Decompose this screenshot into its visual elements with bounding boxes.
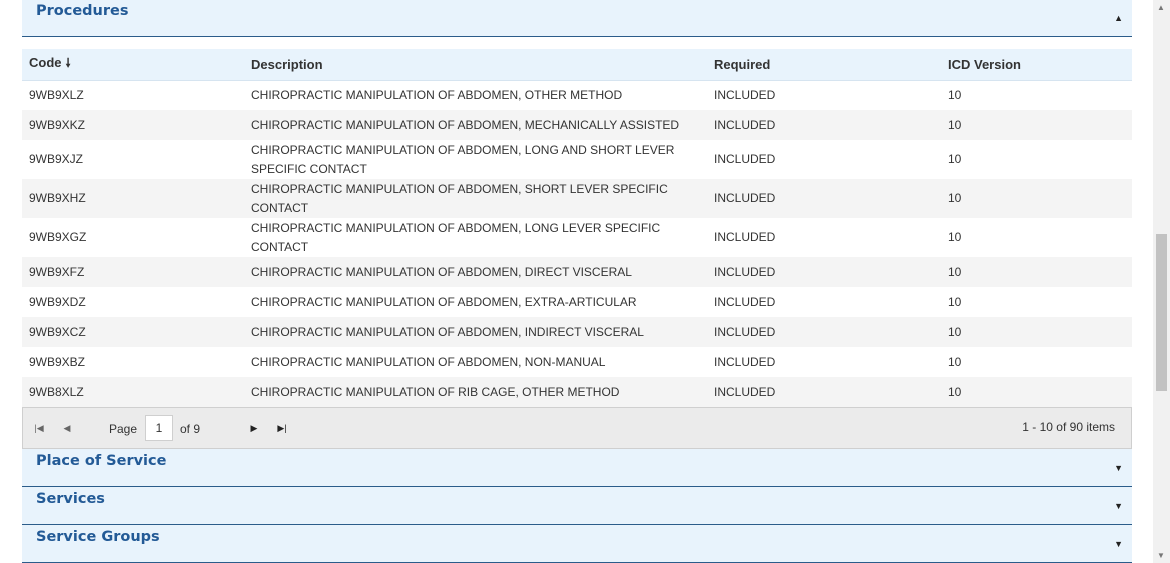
- cell-icd-version: 10: [948, 384, 962, 399]
- place-of-service-panel-title: Place of Service: [36, 453, 167, 469]
- main-content: Procedures ▲ Code 🠗 Description Required …: [22, 0, 1132, 563]
- cell-code: 9WB8XLZ: [29, 384, 84, 399]
- cell-required: INCLUDED: [714, 324, 776, 339]
- table-header-row: Code 🠗 Description Required ICD Version: [22, 49, 1132, 81]
- cell-code: 9WB9XFZ: [29, 264, 85, 279]
- cell-icd-version: 10: [948, 354, 962, 369]
- cell-description: CHIROPRACTIC MANIPULATION OF ABDOMEN, OT…: [251, 87, 623, 102]
- cell-description: CHIROPRACTIC MANIPULATION OF ABDOMEN, EX…: [251, 294, 637, 309]
- cell-required: INCLUDED: [714, 354, 776, 369]
- cell-icd-version: 10: [948, 264, 962, 279]
- service-groups-panel-header[interactable]: Service Groups ▼: [22, 525, 1132, 563]
- place-of-service-panel-header[interactable]: Place of Service ▼: [22, 449, 1132, 487]
- column-header-label: Code: [29, 54, 62, 70]
- cell-required: INCLUDED: [714, 117, 776, 132]
- cell-icd-version: 10: [948, 191, 962, 205]
- procedures-table: Code 🠗 Description Required ICD Version 9…: [22, 49, 1132, 407]
- pager: |◀ ◀ Page of 9 ▶ ▶| 1 - 10 of 90 items: [22, 407, 1132, 449]
- cell-code: 9WB9XLZ: [29, 87, 84, 102]
- table-row[interactable]: 9WB9XLZ CHIROPRACTIC MANIPULATION OF ABDO…: [22, 80, 1132, 110]
- procedures-grid: Code 🠗 Description Required ICD Version 9…: [22, 49, 1132, 407]
- cell-required: INCLUDED: [714, 264, 776, 279]
- cell-icd-version: 10: [948, 230, 962, 244]
- page-number-input[interactable]: [145, 415, 173, 441]
- cell-required: INCLUDED: [714, 191, 776, 205]
- column-header-required[interactable]: Required: [707, 49, 941, 81]
- cell-icd-version: 10: [948, 294, 962, 309]
- pager-item-count: 1 - 10 of 90 items: [1022, 420, 1115, 434]
- cell-required: INCLUDED: [714, 294, 776, 309]
- table-row[interactable]: 9WB9XKZ CHIROPRACTIC MANIPULATION OF ABDO…: [22, 110, 1132, 140]
- cell-icd-version: 10: [948, 117, 962, 132]
- last-page-icon[interactable]: ▶|: [270, 417, 294, 439]
- table-row[interactable]: 9WB9XHZ CHIROPRACTIC MANIPULATION OF ABDO…: [22, 179, 1132, 218]
- cell-description: CHIROPRACTIC MANIPULATION OF ABDOMEN, SH…: [251, 181, 668, 215]
- caret-down-icon[interactable]: ▼: [1114, 463, 1123, 473]
- page-label: Page: [109, 422, 138, 436]
- caret-up-icon[interactable]: ▲: [1114, 13, 1123, 23]
- cell-icd-version: 10: [948, 324, 962, 339]
- total-pages-label: of 9: [180, 422, 201, 436]
- table-row[interactable]: 9WB8XLZ CHIROPRACTIC MANIPULATION OF RIB …: [22, 377, 1132, 407]
- service-groups-panel-title: Service Groups: [36, 529, 160, 545]
- cell-code: 9WB9XJZ: [29, 152, 84, 166]
- caret-down-icon[interactable]: ▼: [1114, 539, 1123, 549]
- cell-description: CHIROPRACTIC MANIPULATION OF ABDOMEN, IN…: [251, 324, 644, 339]
- cell-description: CHIROPRACTIC MANIPULATION OF ABDOMEN, LO…: [251, 142, 675, 176]
- table-body: 9WB9XLZ CHIROPRACTIC MANIPULATION OF ABDO…: [22, 80, 1132, 407]
- cell-code: 9WB9XCZ: [29, 324, 86, 339]
- scroll-up-icon[interactable]: ▲: [1157, 3, 1165, 12]
- cell-code: 9WB9XKZ: [29, 117, 86, 132]
- table-row[interactable]: 9WB9XBZ CHIROPRACTIC MANIPULATION OF ABDO…: [22, 347, 1132, 377]
- caret-down-icon[interactable]: ▼: [1114, 501, 1123, 511]
- cell-required: INCLUDED: [714, 384, 776, 399]
- next-page-icon[interactable]: ▶: [242, 417, 266, 439]
- cell-required: INCLUDED: [714, 230, 776, 244]
- cell-code: 9WB9XGZ: [29, 230, 87, 244]
- cell-icd-version: 10: [948, 152, 962, 166]
- table-row[interactable]: 9WB9XFZ CHIROPRACTIC MANIPULATION OF ABDO…: [22, 257, 1132, 287]
- cell-code: 9WB9XHZ: [29, 191, 86, 205]
- scroll-down-icon[interactable]: ▼: [1157, 551, 1165, 560]
- table-row[interactable]: 9WB9XJZ CHIROPRACTIC MANIPULATION OF ABDO…: [22, 140, 1132, 179]
- column-header-code[interactable]: Code 🠗: [22, 49, 244, 81]
- procedures-panel-header[interactable]: Procedures ▲: [22, 0, 1132, 37]
- scrollbar-thumb[interactable]: [1156, 234, 1167, 391]
- column-header-description[interactable]: Description: [244, 49, 707, 81]
- procedures-panel-title: Procedures: [36, 3, 129, 19]
- table-row[interactable]: 9WB9XCZ CHIROPRACTIC MANIPULATION OF ABDO…: [22, 317, 1132, 347]
- services-panel-title: Services: [36, 491, 105, 507]
- cell-description: CHIROPRACTIC MANIPULATION OF ABDOMEN, NO…: [251, 354, 606, 369]
- cell-required: INCLUDED: [714, 152, 776, 166]
- cell-code: 9WB9XBZ: [29, 354, 86, 369]
- cell-description: CHIROPRACTIC MANIPULATION OF ABDOMEN, ME…: [251, 117, 680, 132]
- cell-description: CHIROPRACTIC MANIPULATION OF ABDOMEN, LO…: [251, 220, 661, 254]
- vertical-scrollbar[interactable]: ▲ ▼: [1153, 0, 1170, 563]
- table-row[interactable]: 9WB9XDZ CHIROPRACTIC MANIPULATION OF ABDO…: [22, 287, 1132, 317]
- cell-description: CHIROPRACTIC MANIPULATION OF ABDOMEN, DI…: [251, 264, 632, 279]
- arrow-down-icon: 🠗: [65, 55, 71, 70]
- services-panel-header[interactable]: Services ▼: [22, 487, 1132, 525]
- cell-code: 9WB9XDZ: [29, 294, 86, 309]
- column-header-icd-version[interactable]: ICD Version: [941, 49, 1132, 81]
- first-page-icon[interactable]: |◀: [27, 417, 51, 439]
- cell-description: CHIROPRACTIC MANIPULATION OF RIB CAGE, O…: [251, 384, 620, 399]
- cell-icd-version: 10: [948, 87, 962, 102]
- previous-page-icon[interactable]: ◀: [55, 417, 79, 439]
- cell-required: INCLUDED: [714, 87, 776, 102]
- table-row[interactable]: 9WB9XGZ CHIROPRACTIC MANIPULATION OF ABDO…: [22, 218, 1132, 257]
